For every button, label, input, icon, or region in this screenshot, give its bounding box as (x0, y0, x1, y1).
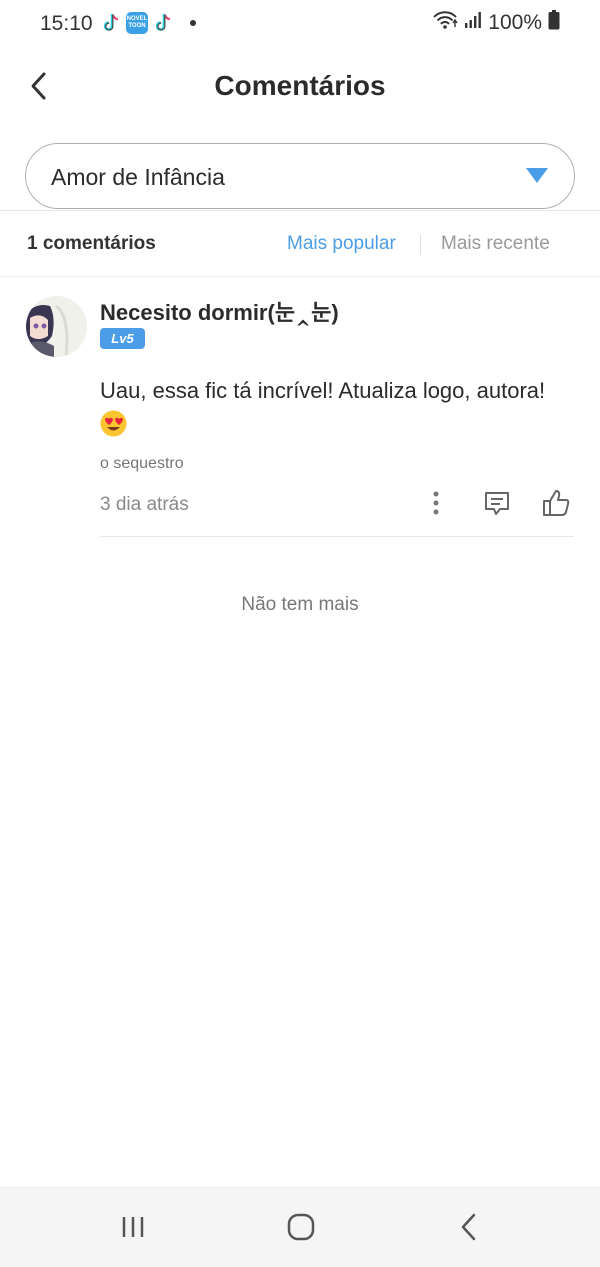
end-of-list-text: Não tem mais (241, 594, 359, 615)
sort-recent-tab[interactable]: Mais recente (441, 233, 550, 255)
sort-bar: 1 comentários Mais popular Mais recente (0, 211, 600, 275)
status-bar: 15:10 NOVEL TOON 100% (0, 0, 600, 48)
battery-icon (548, 10, 560, 35)
tiktok-icon (100, 12, 122, 34)
recents-button[interactable] (116, 1212, 150, 1242)
avatar[interactable] (26, 296, 87, 357)
level-badge: Lv5 (100, 328, 145, 349)
page-title: Comentários (214, 70, 386, 101)
back-arrow-icon (461, 1213, 476, 1241)
comment-reply-icon (485, 492, 509, 515)
divider (100, 536, 574, 537)
sort-separator (420, 235, 421, 255)
webtoon-icon: NOVEL TOON (126, 12, 148, 34)
caret-down-icon (526, 168, 548, 183)
status-app-icons: NOVEL TOON (100, 12, 196, 34)
battery-percent: 100% (488, 10, 542, 34)
more-options-button[interactable] (424, 488, 448, 518)
comment-count: 1 comentários (27, 233, 156, 254)
thumbs-up-icon (543, 490, 570, 516)
comment-text: Uau, essa fic tá incrível! Atualiza logo… (100, 378, 546, 403)
tiktok-icon (152, 12, 174, 34)
sort-popular-tab[interactable]: Mais popular (287, 233, 396, 255)
system-back-button[interactable] (452, 1210, 486, 1244)
status-indicators: 100% (432, 10, 560, 35)
comment-text-block: Uau, essa fic tá incrível! Atualiza logo… (100, 373, 578, 443)
header: Comentários (0, 48, 600, 128)
comment-chapter[interactable]: o sequestro (100, 455, 184, 473)
comment-username[interactable]: Necesito dormir(눈‸눈) (100, 295, 339, 327)
wifi-icon (432, 10, 458, 35)
recents-icon (122, 1217, 144, 1237)
comment-time: 3 dia atrás (100, 494, 189, 515)
anime-avatar-image (26, 296, 87, 357)
story-select-dropdown[interactable]: Amor de Infância (25, 143, 575, 209)
system-nav-bar (0, 1187, 600, 1267)
home-button[interactable] (284, 1210, 318, 1244)
signal-icon (464, 11, 482, 34)
more-vertical-icon (433, 491, 439, 515)
comment-item: Necesito dormir(눈‸눈) Lv5 Uau, essa fic t… (0, 277, 600, 539)
notification-dot-icon (190, 20, 196, 26)
reply-button[interactable] (482, 489, 512, 519)
story-select-value: Amor de Infância (51, 164, 225, 190)
like-button[interactable] (541, 488, 571, 518)
heart-eyes-emoji-icon (100, 410, 127, 437)
home-icon (287, 1213, 315, 1241)
status-time: 15:10 (40, 12, 93, 35)
